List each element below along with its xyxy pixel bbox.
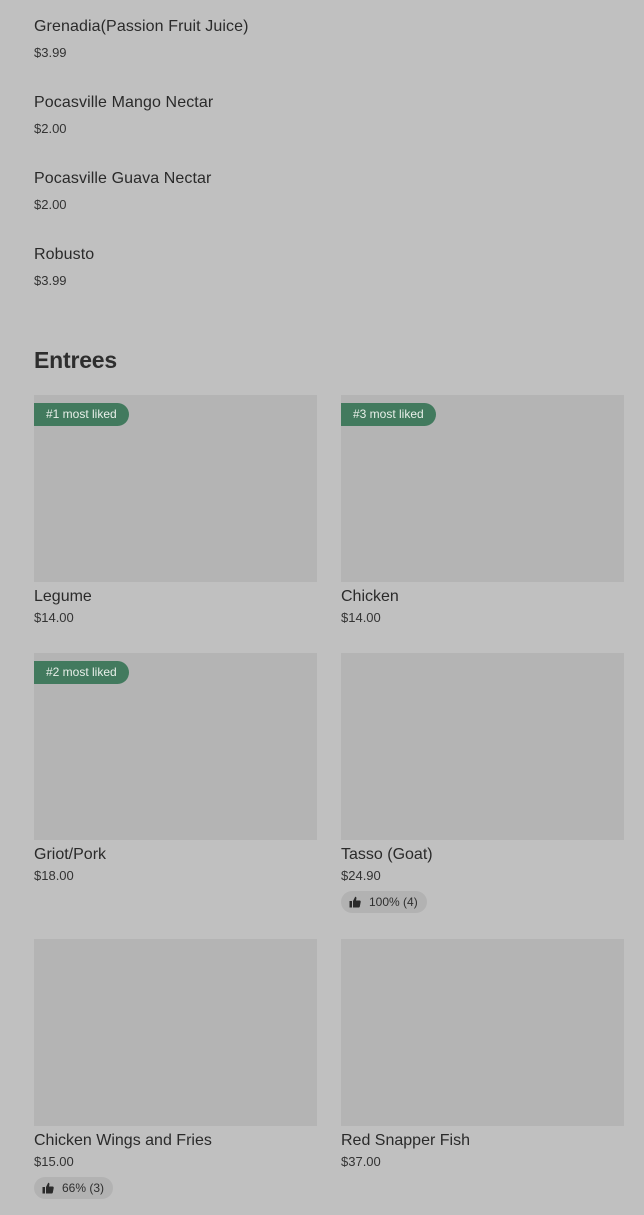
item-name: Tasso (Goat) bbox=[341, 846, 433, 863]
item-name: Pocasville Guava Nectar bbox=[34, 170, 212, 187]
thumbs-up-icon bbox=[349, 896, 361, 908]
item-price: $14.00 bbox=[34, 610, 74, 625]
rating-text: 100% (4) bbox=[369, 895, 418, 909]
thumbs-up-icon bbox=[42, 1182, 54, 1194]
most-liked-badge: #3 most liked bbox=[341, 403, 436, 426]
rating-text: 66% (3) bbox=[62, 1181, 105, 1195]
section-title-entrees: Entrees bbox=[34, 347, 117, 373]
menu-card-red-snapper-fish[interactable]: Red Snapper Fish $37.00 bbox=[341, 939, 624, 1170]
menu-card-griot-pork[interactable]: #2 most liked Griot/Pork $18.00 bbox=[34, 653, 317, 884]
item-image[interactable]: #1 most liked bbox=[34, 395, 317, 582]
item-name: Grenadia(Passion Fruit Juice) bbox=[34, 18, 249, 35]
item-price: $2.00 bbox=[34, 121, 67, 136]
item-name: Griot/Pork bbox=[34, 846, 107, 863]
item-price: $2.00 bbox=[34, 197, 67, 212]
menu-item-guava-nectar[interactable]: Pocasville Guava Nectar $2.00 bbox=[34, 152, 624, 228]
item-image[interactable] bbox=[34, 939, 317, 1126]
item-image[interactable] bbox=[341, 939, 624, 1126]
item-price: $37.00 bbox=[341, 1154, 381, 1169]
item-name: Pocasville Mango Nectar bbox=[34, 94, 214, 111]
item-name: Chicken Wings and Fries bbox=[34, 1132, 212, 1149]
item-price: $15.00 bbox=[34, 1154, 74, 1169]
item-image[interactable]: #2 most liked bbox=[34, 653, 317, 840]
item-price: $3.99 bbox=[34, 45, 67, 60]
item-name: Legume bbox=[34, 588, 92, 605]
menu-item-robusto[interactable]: Robusto $3.99 bbox=[34, 228, 624, 304]
rating-badge: 66% (3) bbox=[34, 1177, 114, 1199]
item-name: Red Snapper Fish bbox=[341, 1132, 470, 1149]
most-liked-badge: #1 most liked bbox=[34, 403, 129, 426]
menu-card-chicken-wings-fries[interactable]: Chicken Wings and Fries $15.00 66% (3) bbox=[34, 939, 317, 1199]
item-price: $3.99 bbox=[34, 273, 67, 288]
rating-badge: 100% (4) bbox=[341, 891, 427, 913]
item-price: $18.00 bbox=[34, 868, 74, 883]
menu-card-chicken[interactable]: #3 most liked Chicken $14.00 bbox=[341, 395, 624, 626]
item-image[interactable] bbox=[341, 653, 624, 840]
menu-item-grenadia[interactable]: Grenadia(Passion Fruit Juice) $3.99 bbox=[34, 0, 624, 76]
item-name: Robusto bbox=[34, 246, 95, 263]
menu-card-legume[interactable]: #1 most liked Legume $14.00 bbox=[34, 395, 317, 626]
item-price: $24.90 bbox=[341, 868, 381, 883]
item-image[interactable]: #3 most liked bbox=[341, 395, 624, 582]
menu-page: Grenadia(Passion Fruit Juice) $3.99 Poca… bbox=[34, 0, 624, 1199]
menu-card-tasso-goat[interactable]: Tasso (Goat) $24.90 100% (4) bbox=[341, 653, 624, 913]
menu-item-mango-nectar[interactable]: Pocasville Mango Nectar $2.00 bbox=[34, 76, 624, 152]
item-name: Chicken bbox=[341, 588, 399, 605]
item-price: $14.00 bbox=[341, 610, 381, 625]
most-liked-badge: #2 most liked bbox=[34, 661, 129, 684]
